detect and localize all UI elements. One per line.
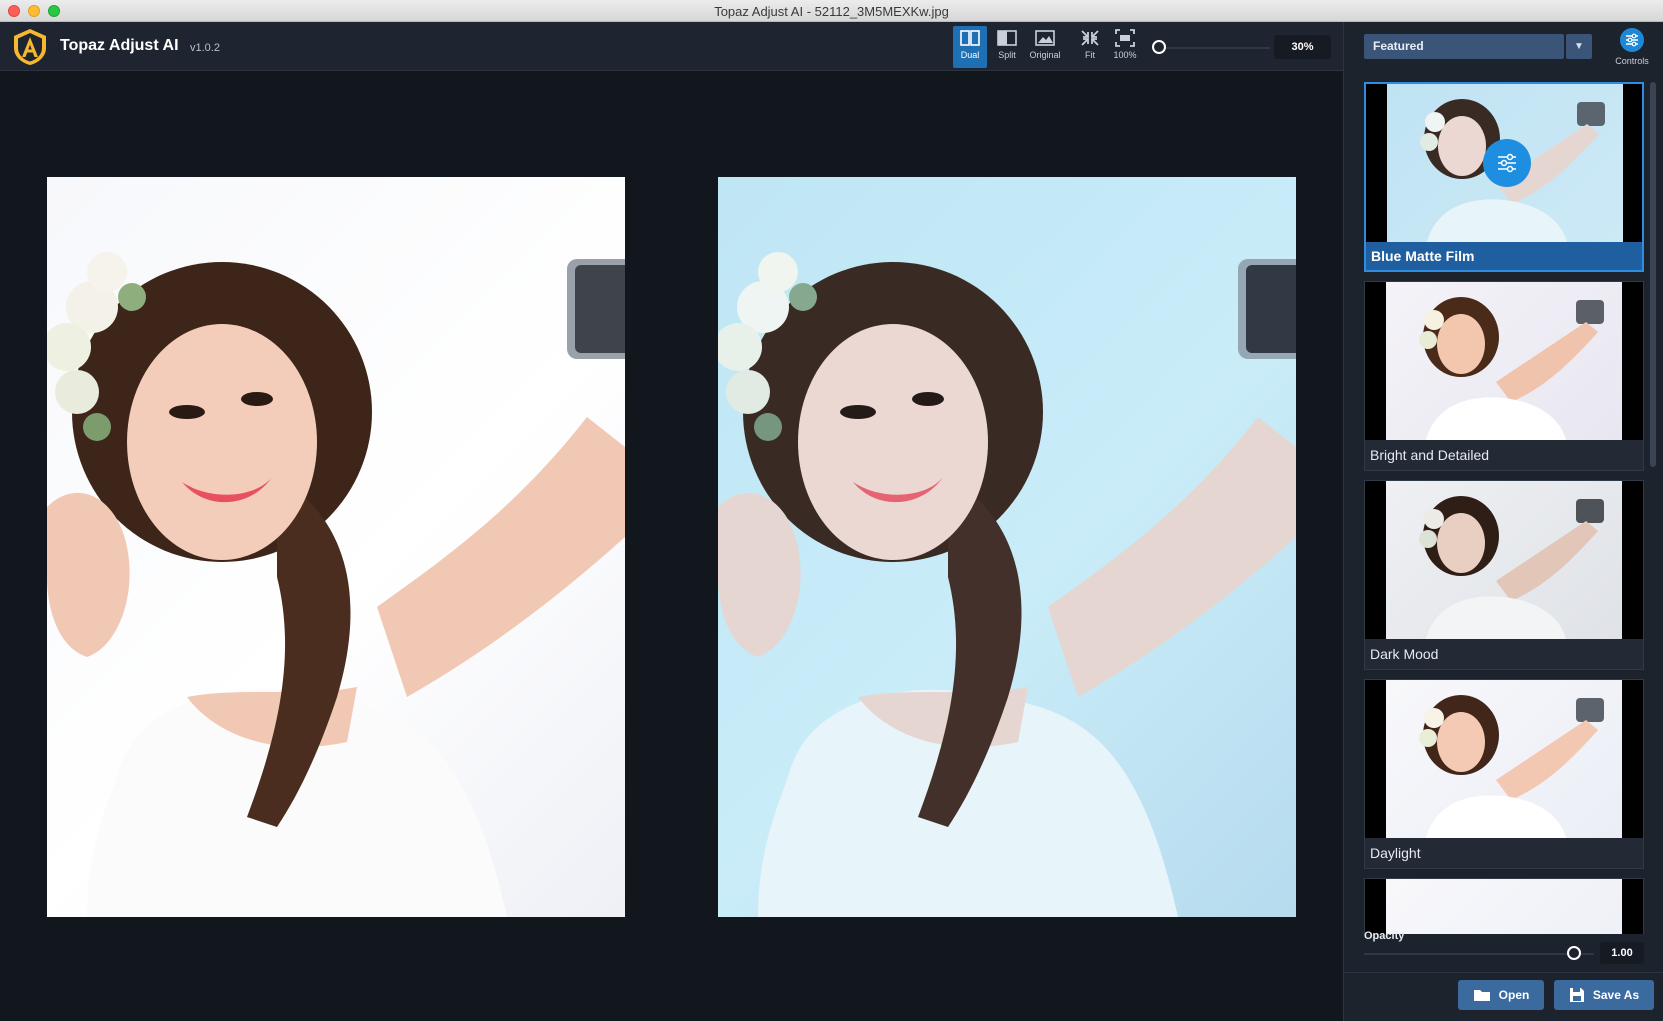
dual-view-icon [960,30,980,46]
preset-thumbnail [1365,282,1643,440]
fit-collapse-icon [1081,30,1099,46]
dual-view-label: Dual [960,50,980,60]
preset-thumbnail [1365,680,1643,838]
panel-divider [1344,972,1663,973]
split-view-label: Split [998,50,1016,60]
opacity-value[interactable]: 1.00 [1600,942,1644,964]
preset-thumbnail [1366,84,1642,242]
app-version: v1.0.2 [190,42,220,54]
preset-thumbnail [1365,879,1643,934]
thumbnail-image [1386,680,1622,838]
edit-preset-badge[interactable] [1483,139,1531,187]
controls-button[interactable]: Controls [1606,28,1658,68]
dual-view-button[interactable]: Dual [953,26,987,68]
zoom-value[interactable]: 30% [1274,35,1331,59]
window-title: Topaz Adjust AI - 52112_3M5MEXKw.jpg [714,4,949,19]
thumbnail-image [1386,282,1622,440]
actual-size-button[interactable]: 100% [1108,26,1142,68]
chevron-down-icon[interactable]: ▼ [1566,34,1592,59]
zoom-slider-track[interactable] [1160,47,1270,49]
preset-partial[interactable] [1364,878,1644,934]
opacity-label: Opacity [1364,930,1405,942]
fit-view-button[interactable]: Fit [1074,26,1106,68]
sliders-icon [1620,28,1644,52]
thumbnail-image [1386,481,1622,639]
preset-dark-mood[interactable]: Dark Mood [1364,480,1644,670]
split-view-icon [997,30,1017,46]
app-name: Topaz Adjust AI [60,37,179,54]
preset-bright-and-detailed[interactable]: Bright and Detailed [1364,281,1644,471]
open-label: Open [1498,988,1530,1002]
title-bar: Topaz Adjust AI - 52112_3M5MEXKw.jpg [0,0,1663,22]
actual-size-label: 100% [1113,50,1137,60]
preset-label: Blue Matte Film [1371,248,1475,264]
original-image [47,177,625,917]
preset-scrollbar[interactable] [1650,82,1656,467]
thumbnail-image [1386,879,1622,934]
save-as-button[interactable]: Save As [1554,980,1654,1010]
processed-image [718,177,1296,917]
open-button[interactable]: Open [1458,980,1544,1010]
save-disk-icon [1569,988,1584,1002]
split-view-button[interactable]: Split [990,26,1024,68]
preset-label: Dark Mood [1370,646,1439,662]
preset-panel: Featured ▼ Controls Blue Matte Film Brig… [1343,22,1663,1021]
save-as-label: Save As [1592,988,1640,1002]
image-canvas [0,72,1343,1021]
app-window: Topaz Adjust AI - 52112_3M5MEXKw.jpg Top… [0,0,1663,1021]
controls-label: Controls [1615,56,1649,66]
original-view-button[interactable]: Original [1026,26,1064,68]
original-view-label: Original [1029,50,1061,60]
preset-thumbnail [1365,481,1643,639]
opacity-slider-track[interactable] [1364,953,1594,955]
portrait-illustration [47,252,625,917]
preset-blue-matte-film[interactable]: Blue Matte Film [1364,82,1644,272]
preset-list: Blue Matte Film Bright and Detailed Dark… [1364,82,1644,934]
preset-label: Daylight [1370,845,1421,861]
fit-view-label: Fit [1085,50,1095,60]
portrait-processed-illustration [718,252,1296,917]
preset-label: Bright and Detailed [1370,447,1490,463]
actual-size-icon [1115,29,1135,47]
zoom-slider-handle[interactable] [1152,40,1166,54]
preset-category-select[interactable]: Featured [1364,34,1564,59]
top-toolbar: Topaz Adjust AI v1.0.2 Dual Split Origin… [0,22,1343,71]
topaz-logo-icon [14,29,46,65]
opacity-slider-handle[interactable] [1567,946,1581,960]
sliders-icon [1498,153,1516,173]
original-image-icon [1035,30,1055,46]
preset-daylight[interactable]: Daylight [1364,679,1644,869]
folder-icon [1473,990,1490,1001]
